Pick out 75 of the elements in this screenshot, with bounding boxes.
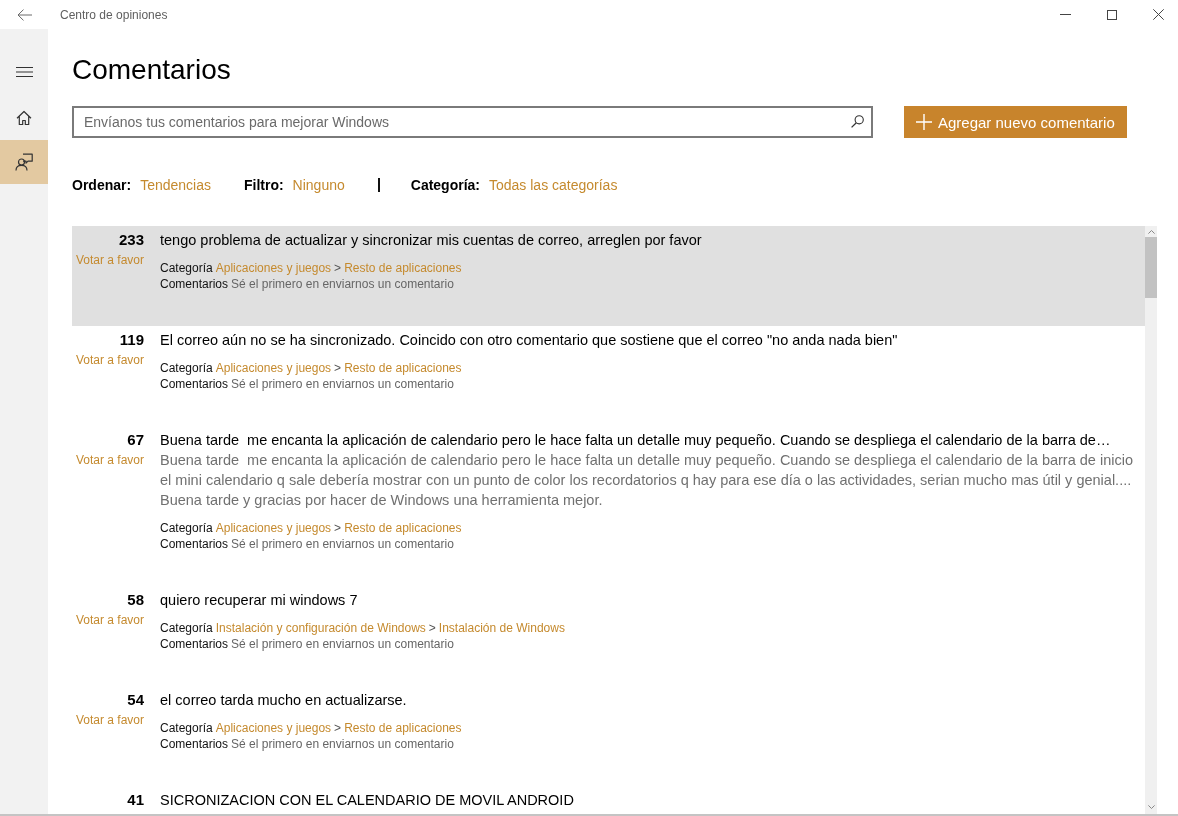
category-link[interactable]: Aplicaciones y juegos [215, 720, 332, 736]
maximize-icon[interactable] [1107, 9, 1117, 20]
feedback-item[interactable]: 41 SICRONIZACION CON EL CALENDARIO DE MOVIL ANDROID [72, 786, 1145, 810]
comments-hint: Sé el primero en enviarnos un comentario [231, 276, 454, 292]
category-label: Categoría [160, 720, 213, 736]
category-label: Categoría [160, 620, 213, 636]
feedback-title: Buena tarde me encanta la aplicación de calendario pero le hace falta un detalle muy pequeño. Cuando se despliega el calendario de la barra de… [160, 431, 1112, 450]
upvote-link[interactable]: Votar a favor [75, 612, 144, 628]
filter-dropdown[interactable]: Ninguno [292, 175, 345, 195]
comments-hint: Sé el primero en enviarnos un comentario [231, 636, 454, 652]
breadcrumb-separator: > [334, 360, 342, 376]
feedback-item[interactable] [72, 226, 1145, 326]
nav-item[interactable] [0, 140, 48, 184]
category-link[interactable]: Aplicaciones y juegos [215, 360, 332, 376]
vote-count: 119 [119, 330, 144, 350]
filter-label: Filtro: [243, 176, 284, 195]
comments-label: Comentarios [160, 636, 229, 652]
search-field[interactable]: Envíanos tus comentarios para mejorar Windows [72, 106, 873, 138]
breadcrumb-separator: > [334, 520, 342, 536]
upvote-link[interactable]: Votar a favor [75, 352, 144, 368]
home-icon [16, 110, 32, 126]
scrollbar-track[interactable] [1145, 226, 1157, 814]
feedback-title: quiero recuperar mi windows 7 [160, 591, 359, 610]
feedback-title: El correo aún no se ha sincronizado. Coincido con otro comentario que sostiene que el correo "no anda nada bien" [160, 331, 899, 350]
feedback-item[interactable]: 58 Votar a favor quiero recuperar mi windows 7 Categoría Instalación y configuración de Windows > Instalación de Windows Comentarios Sé el primero en enviarnos un comentario [72, 586, 1145, 686]
feedback-description: Buena tarde me encanta la aplicación de calendario pero le hace falta un detalle muy pequeño. Cuando se despliega el calendario de la barra de inicio el mini calendario q sale debería mostrar con un punto de color los recordatorios q hay para ese día o las actividades, serian mucho mas útil y genial.... Buena tarde y gracias por hacer de Windows una herramienta mejor. [160, 451, 1134, 510]
vote-count: 58 [127, 590, 144, 610]
comments-hint: Sé el primero en enviarnos un comentario [231, 536, 454, 552]
menu-icon[interactable] [15, 67, 33, 77]
back-icon[interactable] [17, 8, 32, 21]
category-label: Categoría [160, 360, 213, 376]
feedback-item[interactable]: 54 Votar a favor el correo tarda mucho en actualizarse. Categoría Aplicaciones y juegos > Resto de aplicaciones Comentarios Sé el primero en enviarnos un comentario [72, 686, 1145, 786]
scrollbar-thumb[interactable] [1145, 237, 1157, 298]
category-link[interactable]: Aplicaciones y juegos [215, 520, 332, 536]
people-chat-icon [15, 153, 33, 171]
breadcrumb-separator: > [334, 260, 342, 276]
comments-hint: Sé el primero en enviarnos un comentario [231, 376, 454, 392]
feedback-title: el correo tarda mucho en actualizarse. [160, 691, 408, 710]
vote-count: 54 [127, 690, 144, 710]
scroll-up-icon[interactable] [1147, 230, 1155, 234]
subcategory-link[interactable]: Resto de aplicaciones [344, 520, 462, 536]
window-title: Centro de opiniones [60, 7, 168, 22]
comments-label: Comentarios [160, 376, 229, 392]
plus-icon [916, 114, 932, 130]
subcategory-link[interactable]: Resto de aplicaciones [344, 260, 462, 276]
category-link[interactable]: Instalación y configuración de Windows [215, 620, 426, 636]
upvote-link[interactable]: Votar a favor [75, 712, 144, 728]
subcategory-link[interactable]: Resto de aplicaciones [344, 360, 462, 376]
page-heading: Comentarios [72, 53, 232, 87]
vote-count: 67 [127, 430, 144, 450]
vote-count: 41 [127, 790, 144, 810]
upvote-link[interactable]: Votar a favor [75, 252, 144, 268]
sort-label: Ordenar: [72, 176, 132, 195]
sort-dropdown[interactable]: Tendencias [140, 175, 211, 195]
vote-count: 233 [118, 230, 144, 250]
breadcrumb-separator: > [334, 720, 342, 736]
close-icon[interactable] [1153, 9, 1164, 20]
category-filter-label: Categoría: [410, 176, 480, 195]
subcategory-link[interactable]: Resto de aplicaciones [344, 720, 462, 736]
category-label: Categoría [160, 260, 213, 276]
comments-label: Comentarios [160, 276, 229, 292]
upvote-link[interactable]: Votar a favor [75, 452, 144, 468]
feedback-title: tengo problema de actualizar y sincronizar mis cuentas de correo, arreglen por favor [160, 231, 703, 250]
feedback-title: SICRONIZACION CON EL CALENDARIO DE MOVIL ANDROID [160, 791, 575, 810]
add-comment-button[interactable]: Agregar nuevo comentario [904, 106, 1127, 138]
category-dropdown[interactable]: Todas las categorías [489, 175, 618, 195]
category-link[interactable]: Aplicaciones y juegos [215, 260, 332, 276]
breadcrumb-separator: > [428, 620, 436, 636]
scroll-down-icon[interactable] [1147, 805, 1155, 809]
comments-hint: Sé el primero en enviarnos un comentario [231, 736, 454, 752]
comments-label: Comentarios [160, 736, 229, 752]
search-icon[interactable] [851, 115, 864, 128]
comments-label: Comentarios [160, 536, 229, 552]
category-label: Categoría [160, 520, 213, 536]
subcategory-link[interactable]: Instalación de Windows [438, 620, 565, 636]
